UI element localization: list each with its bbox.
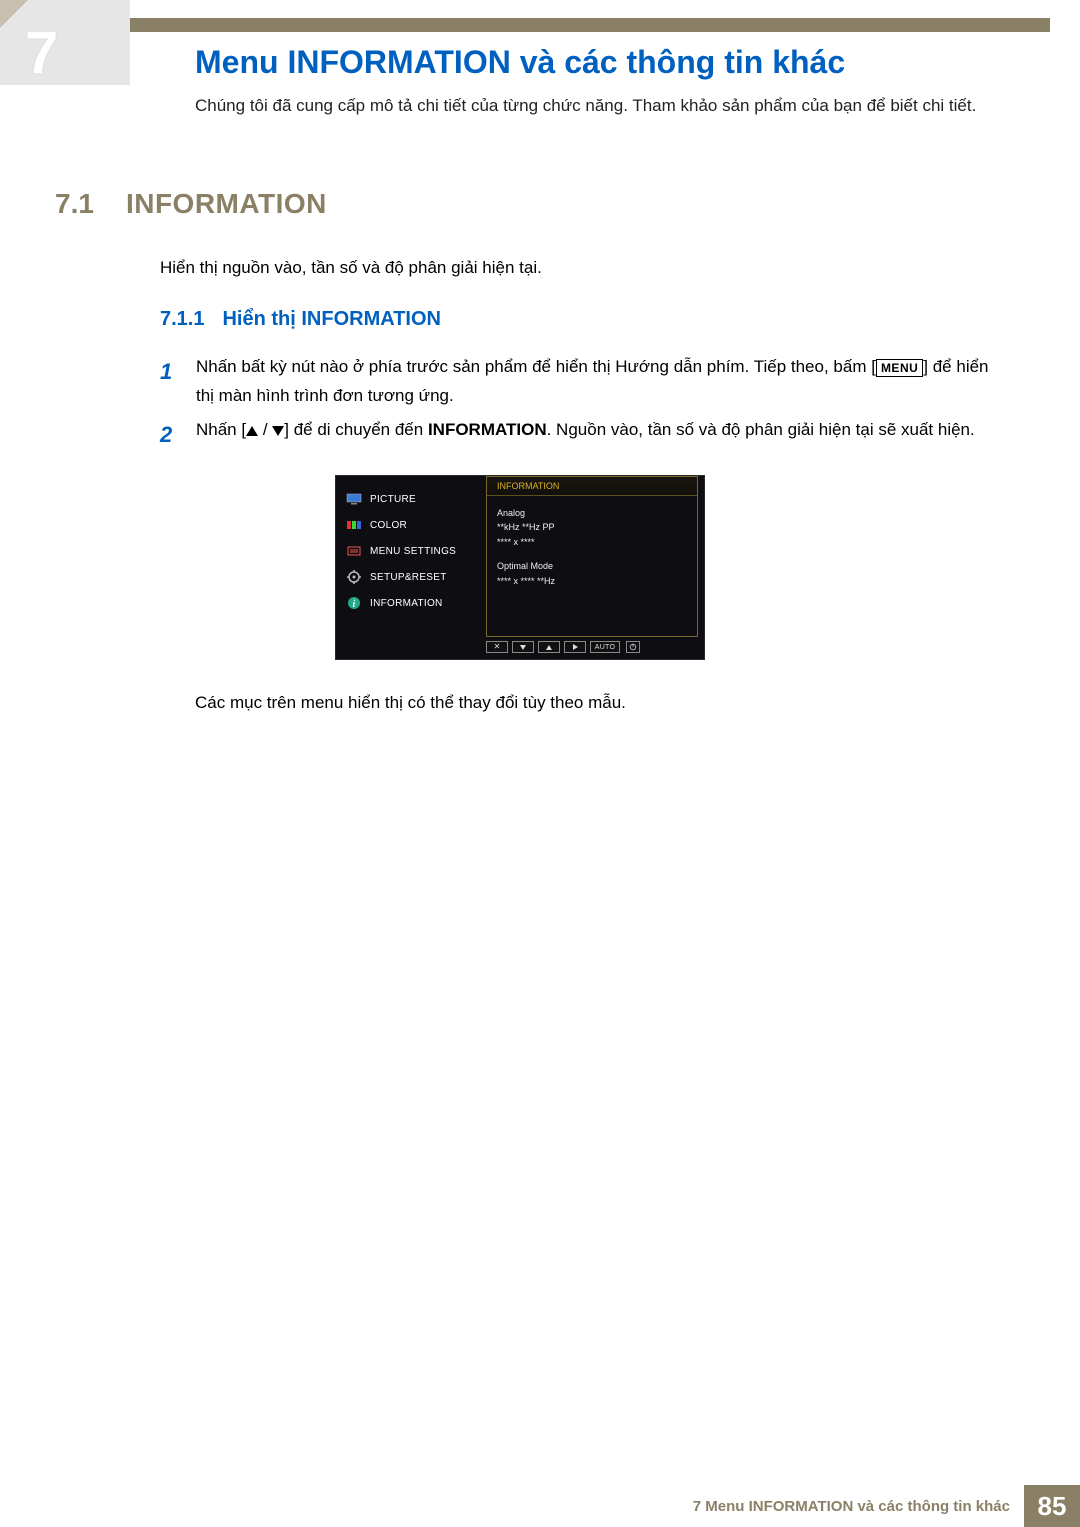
- osd-menu-label: INFORMATION: [370, 598, 443, 609]
- header-ribbon: [130, 18, 1050, 32]
- chapter-number: 7: [25, 18, 58, 87]
- step-text: Nhấn [: [196, 420, 246, 439]
- osd-menu-item-color: COLOR: [346, 512, 478, 538]
- osd-menu-list: PICTURE COLOR MENU SETTINGS SETUP&RESET: [336, 476, 486, 641]
- intro-text: Chúng tôi đã cung cấp mô tả chi tiết của…: [195, 92, 1000, 121]
- svg-text:i: i: [352, 599, 355, 610]
- info-icon: i: [346, 597, 362, 609]
- close-icon: ✕: [494, 643, 501, 651]
- menu-key-label: MENU: [876, 359, 923, 377]
- osd-info-line: **kHz **Hz PP: [497, 520, 687, 534]
- subsection-heading: 7.1.1 Hiển thị INFORMATION: [160, 308, 441, 331]
- subsection-number: 7.1.1: [160, 308, 204, 331]
- osd-info-panel: INFORMATION Analog **kHz **Hz PP **** x …: [486, 476, 698, 637]
- footer-chapter-label: 7 Menu INFORMATION và các thông tin khác: [679, 1485, 1024, 1527]
- osd-panel-body: Analog **kHz **Hz PP **** x **** Optimal…: [487, 496, 697, 598]
- arrow-down-icon: [520, 645, 526, 650]
- osd-info-line: **** x ****: [497, 535, 687, 549]
- arrow-up-icon: [246, 426, 258, 436]
- osd-button-bar: ✕ AUTO: [486, 640, 698, 654]
- osd-menu-label: COLOR: [370, 520, 407, 531]
- footer-page-number: 85: [1024, 1485, 1080, 1527]
- step-1: 1 Nhấn bất kỳ nút nào ở phía trước sản p…: [160, 353, 1000, 411]
- osd-down-button: [512, 641, 534, 653]
- osd-menu-label: SETUP&RESET: [370, 572, 447, 583]
- step-number: 2: [160, 416, 178, 453]
- step-number: 1: [160, 353, 178, 411]
- arrow-up-icon: [546, 645, 552, 650]
- osd-enter-button: [564, 641, 586, 653]
- monitor-icon: [346, 493, 362, 505]
- osd-close-button: ✕: [486, 641, 508, 653]
- osd-menu-item-picture: PICTURE: [346, 486, 478, 512]
- page-footer: 7 Menu INFORMATION và các thông tin khác…: [0, 1485, 1080, 1527]
- power-icon: [629, 643, 637, 651]
- arrow-right-icon: [573, 644, 578, 650]
- osd-menu-label: MENU SETTINGS: [370, 546, 456, 557]
- osd-auto-button: AUTO: [590, 641, 620, 653]
- note-text: Các mục trên menu hiển thị có thể thay đ…: [195, 693, 1000, 713]
- step-text: ] để di chuyển đến: [284, 420, 428, 439]
- osd-power-button: [626, 641, 640, 653]
- section-title: INFORMATION: [126, 188, 327, 220]
- palette-icon: [346, 519, 362, 531]
- osd-info-line: Analog: [497, 506, 687, 520]
- section-description: Hiển thị nguồn vào, tần số và độ phân gi…: [160, 258, 1000, 278]
- osd-info-line: **** x **** **Hz: [497, 574, 687, 588]
- osd-up-button: [538, 641, 560, 653]
- step-text: Nhấn bất kỳ nút nào ở phía trước sản phẩ…: [196, 357, 876, 376]
- step-body: Nhấn bất kỳ nút nào ở phía trước sản phẩ…: [196, 353, 1000, 411]
- section-number: 7.1: [55, 188, 94, 220]
- section-heading: 7.1 INFORMATION: [55, 188, 327, 220]
- step-body: Nhấn [ / ] để di chuyển đến INFORMATION.…: [196, 416, 1000, 453]
- step-strong: INFORMATION: [428, 420, 547, 439]
- osd-screenshot: PICTURE COLOR MENU SETTINGS SETUP&RESET: [335, 475, 705, 660]
- menu-settings-icon: [346, 545, 362, 557]
- step-text: . Nguồn vào, tần số và độ phân giải hiện…: [547, 420, 975, 439]
- osd-panel-title: INFORMATION: [487, 476, 697, 496]
- osd-menu-item-menu-settings: MENU SETTINGS: [346, 538, 478, 564]
- step-2: 2 Nhấn [ / ] để di chuyển đến INFORMATIO…: [160, 416, 1000, 453]
- header-corner-fold: [0, 0, 28, 28]
- page-title: Menu INFORMATION và các thông tin khác: [195, 44, 845, 81]
- subsection-title: Hiển thị INFORMATION: [222, 308, 441, 331]
- osd-menu-item-information: i INFORMATION: [346, 590, 478, 616]
- osd-menu-label: PICTURE: [370, 494, 416, 505]
- osd-info-line: Optimal Mode: [497, 559, 687, 573]
- osd-menu-item-setup-reset: SETUP&RESET: [346, 564, 478, 590]
- arrow-down-icon: [272, 426, 284, 436]
- gear-icon: [346, 571, 362, 583]
